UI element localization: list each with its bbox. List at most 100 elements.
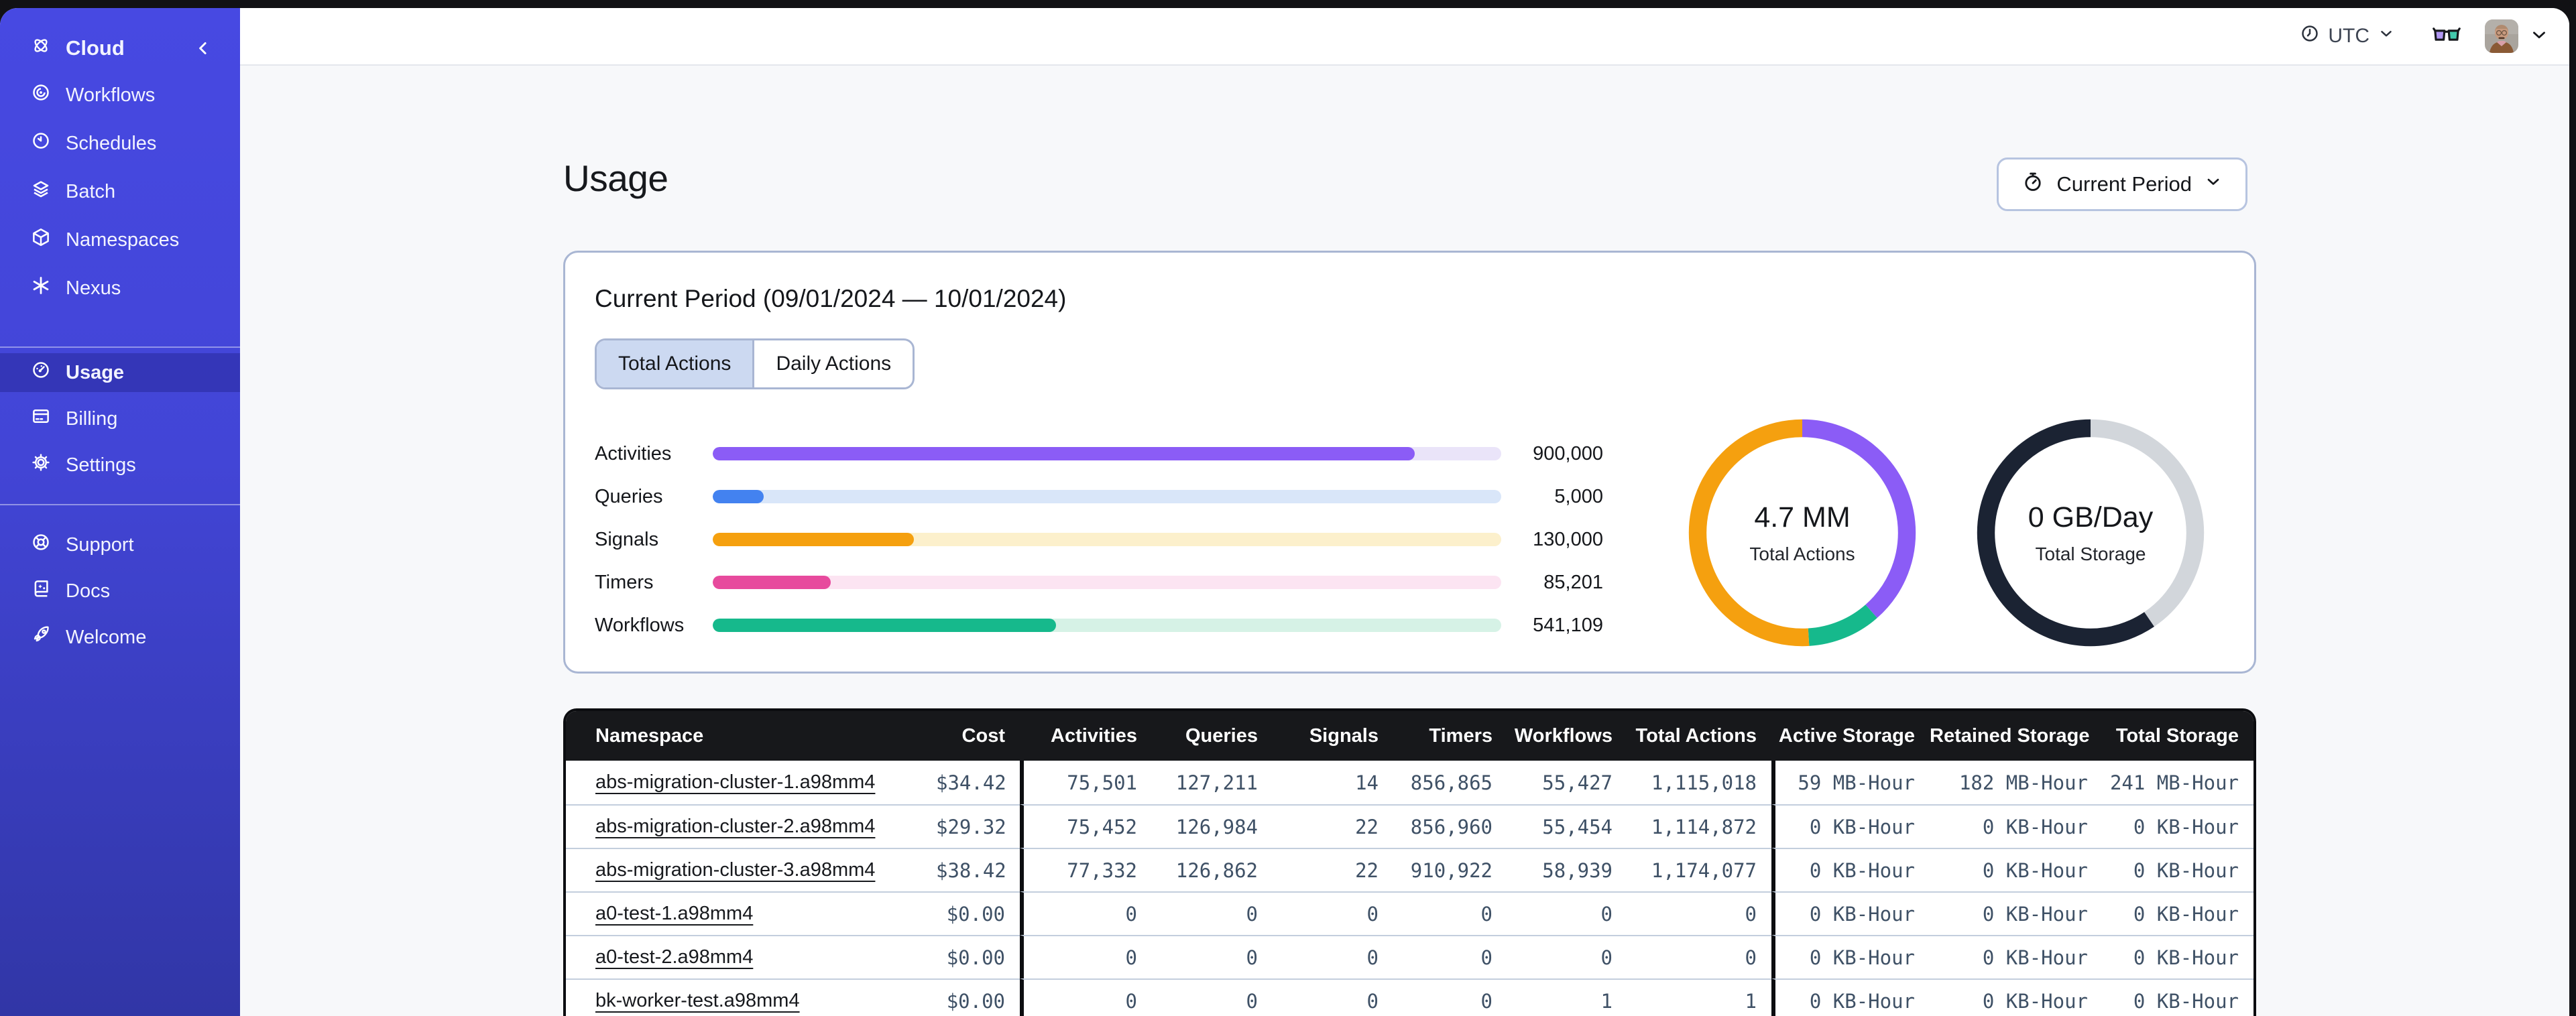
sidebar-item-schedules[interactable]: Schedules <box>0 124 240 163</box>
main-content: Usage Current Period Current Period (09/… <box>240 66 2569 1016</box>
cell-total-storage: 0 KB-Hour <box>2103 978 2253 1016</box>
cell-signals: 0 <box>1273 891 1393 935</box>
app-window: Cloud Workflows Schedules Batch Namespac… <box>0 8 2569 1016</box>
sidebar-divider <box>0 504 240 505</box>
sidebar-brand[interactable]: Cloud <box>0 29 240 68</box>
namespace-link[interactable]: a0-test-1.a98mm4 <box>595 903 753 924</box>
cell-cost: $38.42 <box>936 848 1020 891</box>
table-row: abs-migration-cluster-3.a98mm4 $38.42 77… <box>566 848 2253 891</box>
table-row: abs-migration-cluster-1.a98mm4 $34.42 75… <box>566 761 2253 804</box>
sidebar-divider <box>0 346 240 348</box>
timezone-label: UTC <box>2328 25 2369 47</box>
topbar: UTC <box>240 8 2569 66</box>
bar-fill <box>713 533 914 546</box>
column-header-timers: Timers <box>1393 711 1507 761</box>
cell-total-storage: 0 KB-Hour <box>2103 935 2253 978</box>
cell-workflows: 0 <box>1507 935 1627 978</box>
usage-gauge-icon <box>31 360 51 385</box>
cell-total-actions: 1 <box>1627 978 1771 1016</box>
cell-active-storage: 0 KB-Hour <box>1771 935 1930 978</box>
sidebar-item-namespaces[interactable]: Namespaces <box>0 220 240 259</box>
bar-fill <box>713 576 831 589</box>
cell-retained-storage: 182 MB-Hour <box>1930 761 2103 804</box>
namespaces-icon <box>31 227 51 253</box>
timezone-selector[interactable]: UTC <box>2300 23 2395 49</box>
cell-total-storage: 0 KB-Hour <box>2103 804 2253 848</box>
sidebar-item-usage[interactable]: Usage <box>0 353 240 392</box>
sidebar-item-welcome[interactable]: Welcome <box>0 618 240 657</box>
cell-total-actions: 0 <box>1627 891 1771 935</box>
billing-icon <box>31 406 51 432</box>
sidebar-item-workflows[interactable]: Workflows <box>0 76 240 115</box>
bar-track <box>713 447 1501 460</box>
sidebar-item-docs[interactable]: Docs <box>0 572 240 611</box>
namespace-link[interactable]: bk-worker-test.a98mm4 <box>595 990 800 1011</box>
tab-total-actions[interactable]: Total Actions <box>597 340 753 387</box>
column-header-total-actions: Total Actions <box>1627 711 1771 761</box>
cell-timers: 0 <box>1393 978 1507 1016</box>
sidebar-item-label: Workflows <box>66 84 156 106</box>
usage-bar-row: Workflows 541,109 <box>595 604 1603 647</box>
collapse-sidebar-icon[interactable] <box>193 29 213 68</box>
donut-total-caption: Total Actions <box>1749 543 1855 564</box>
cell-cost: $29.32 <box>936 804 1020 848</box>
column-header-active-storage: Active Storage <box>1771 711 1930 761</box>
cell-workflows: 55,427 <box>1507 761 1627 804</box>
cell-cost: $34.42 <box>936 761 1020 804</box>
bar-value: 85,201 <box>1543 571 1603 593</box>
bar-value: 130,000 <box>1533 528 1603 550</box>
donut-total-value: 4.7 MM <box>1754 501 1851 533</box>
tab-daily-actions[interactable]: Daily Actions <box>752 340 913 387</box>
cell-timers: 856,865 <box>1393 761 1507 804</box>
bar-label: Signals <box>595 528 659 550</box>
sidebar: Cloud Workflows Schedules Batch Namespac… <box>0 8 240 1016</box>
chevron-down-icon <box>2204 172 2223 196</box>
cell-activities: 77,332 <box>1020 848 1152 891</box>
donut-storage-value: 0 GB/Day <box>2028 501 2154 533</box>
sidebar-item-billing[interactable]: Billing <box>0 399 240 438</box>
namespace-link[interactable]: abs-migration-cluster-1.a98mm4 <box>595 771 875 793</box>
cell-total-actions: 1,174,077 <box>1627 848 1771 891</box>
cell-timers: 856,960 <box>1393 804 1507 848</box>
sidebar-item-nexus[interactable]: Nexus <box>0 269 240 308</box>
account-menu-chevron-icon[interactable] <box>2529 25 2549 48</box>
sidebar-item-label: Support <box>66 533 134 556</box>
donut-storage-caption: Total Storage <box>2035 543 2146 564</box>
feedback-glasses-icon[interactable] <box>2433 25 2461 48</box>
namespace-link[interactable]: abs-migration-cluster-3.a98mm4 <box>595 859 875 881</box>
cell-active-storage: 0 KB-Hour <box>1771 848 1930 891</box>
workflows-icon <box>31 82 51 108</box>
bar-fill <box>713 447 1415 460</box>
actions-bar-chart: Activities 900,000 Queries 5,000 Signals… <box>595 432 1603 647</box>
bar-value: 900,000 <box>1533 442 1603 464</box>
namespace-link[interactable]: abs-migration-cluster-2.a98mm4 <box>595 816 875 837</box>
cell-retained-storage: 0 KB-Hour <box>1930 804 2103 848</box>
avatar[interactable] <box>2485 19 2518 53</box>
column-header-signals: Signals <box>1273 711 1393 761</box>
sidebar-item-support[interactable]: Support <box>0 525 240 564</box>
column-header-activities: Activities <box>1020 711 1152 761</box>
clock-icon <box>2300 23 2320 49</box>
column-header-namespace: Namespace <box>566 711 936 761</box>
cell-cost: $0.00 <box>936 978 1020 1016</box>
sidebar-item-batch[interactable]: Batch <box>0 172 240 211</box>
bar-label: Timers <box>595 571 654 593</box>
cell-total-actions: 1,114,872 <box>1627 804 1771 848</box>
bar-track <box>713 533 1501 546</box>
cell-signals: 22 <box>1273 848 1393 891</box>
docs-book-icon <box>31 578 51 604</box>
cell-signals: 0 <box>1273 978 1393 1016</box>
bar-label: Activities <box>595 442 672 464</box>
cell-queries: 126,984 <box>1152 804 1273 848</box>
period-selector-button[interactable]: Current Period <box>1997 157 2247 211</box>
cell-retained-storage: 0 KB-Hour <box>1930 848 2103 891</box>
sidebar-item-label: Docs <box>66 580 111 602</box>
namespace-link[interactable]: a0-test-2.a98mm4 <box>595 946 753 968</box>
support-lifering-icon <box>31 532 51 558</box>
cell-workflows: 58,939 <box>1507 848 1627 891</box>
sidebar-item-label: Batch <box>66 180 116 202</box>
table-header-row: Namespace Cost Activities Queries Signal… <box>566 711 2253 761</box>
sidebar-item-settings[interactable]: Settings <box>0 446 240 485</box>
cell-signals: 22 <box>1273 804 1393 848</box>
usage-card-title: Current Period (09/01/2024 — 10/01/2024) <box>595 285 1067 312</box>
